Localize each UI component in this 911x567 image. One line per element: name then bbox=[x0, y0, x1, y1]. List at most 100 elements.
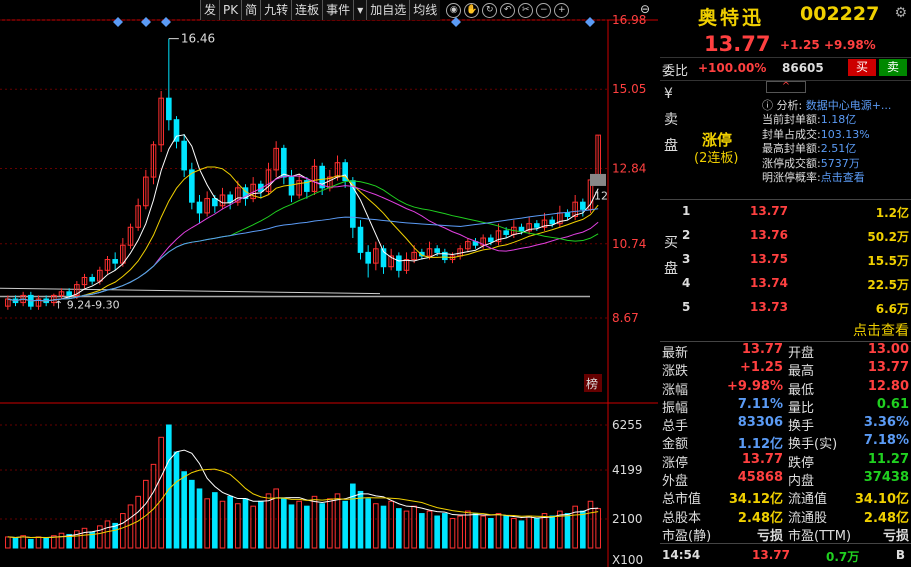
stat-key: 换手(实) bbox=[788, 437, 838, 453]
stat-value: +9.98% bbox=[727, 378, 783, 394]
volume-bar bbox=[28, 538, 34, 549]
stat-value: 亏损 bbox=[882, 528, 909, 544]
toolbar-item-pk[interactable]: PK bbox=[219, 0, 242, 20]
bid-row[interactable]: 4 13.74 22.5万 bbox=[660, 276, 911, 298]
volume-bar bbox=[526, 515, 532, 549]
candle-body bbox=[549, 219, 555, 225]
toolbar-item-lianban[interactable]: 连板 bbox=[291, 0, 323, 20]
candle-body bbox=[66, 291, 72, 296]
price-tick: 8.67 bbox=[612, 311, 639, 325]
volume-bar bbox=[112, 522, 118, 549]
volume-bar bbox=[488, 517, 494, 549]
stat-key: 跌停 bbox=[788, 455, 815, 471]
volume-bar bbox=[235, 503, 241, 549]
stat-value: 34.10亿 bbox=[854, 492, 909, 508]
volume-bar bbox=[472, 513, 479, 549]
event-marker bbox=[585, 17, 595, 27]
price-tick: 12.84 bbox=[612, 161, 646, 175]
bid-row[interactable]: 1 13.77 1.2亿 bbox=[660, 204, 911, 226]
volume-bar bbox=[365, 498, 371, 549]
volume-bar bbox=[74, 530, 80, 549]
volume-bar bbox=[81, 527, 88, 549]
tick-price: 13.77 bbox=[752, 548, 790, 562]
tick-direction: B bbox=[895, 548, 905, 562]
sell-button[interactable]: 卖 bbox=[879, 59, 907, 76]
stat-key: 开盘 bbox=[788, 346, 815, 361]
toolbar-ma-lines[interactable]: 均线 bbox=[409, 0, 441, 20]
analysis-label: 分析: bbox=[776, 99, 803, 112]
right-tag: 12 bbox=[594, 189, 608, 202]
stat-value: 13.77 bbox=[867, 360, 909, 376]
ma-line bbox=[7, 208, 599, 302]
zoom-out-icon[interactable]: − bbox=[536, 2, 552, 18]
candle-body bbox=[196, 201, 203, 214]
volume-bar bbox=[189, 479, 195, 549]
analysis-key: 明涨停概率: bbox=[762, 171, 821, 185]
toolbar-item-fa[interactable]: 发 bbox=[200, 0, 220, 20]
toolbar-item-events[interactable]: 事件 bbox=[322, 0, 354, 20]
event-marker bbox=[113, 17, 123, 27]
scissors-icon[interactable]: ✂ bbox=[518, 2, 534, 18]
eye-icon[interactable]: ◉ bbox=[446, 2, 462, 18]
zoom-in-icon[interactable]: + bbox=[554, 2, 570, 18]
kline-chart-panel[interactable]: 16.98 15.05 12.84 10.74 8.67 6255 4199 2100 X100… bbox=[0, 0, 658, 567]
ma-line bbox=[7, 175, 599, 302]
limit-up-streak: (2连板) bbox=[694, 151, 739, 166]
order-ratio-label: 委比 bbox=[662, 64, 689, 79]
bid-row[interactable]: 2 13.76 50.2万 bbox=[660, 228, 911, 250]
hand-icon[interactable]: ✋ bbox=[464, 2, 480, 18]
stat-value: 12.80 bbox=[867, 378, 909, 394]
stat-value: 83306 bbox=[737, 415, 783, 431]
stat-row: 总市值 34.12亿 流通值 34.10亿 bbox=[660, 488, 911, 508]
kline-chart[interactable]: 16.9815.0512.8410.748.67625541992100X100… bbox=[0, 0, 658, 567]
volume-bar bbox=[457, 515, 463, 549]
bid-volume: 50.2万 bbox=[867, 230, 909, 244]
analysis-key: 最高封单额: bbox=[762, 142, 821, 156]
volume-bar bbox=[43, 537, 49, 549]
quote-stats: 最新 13.77 开盘 13.00 涨跌 +1.25 最高 13.77 涨幅 +9.98% 最低 12… bbox=[660, 341, 911, 544]
stat-value: 2.48亿 bbox=[863, 510, 909, 526]
bid-volume: 15.5万 bbox=[867, 254, 909, 268]
undo-icon[interactable]: ↶ bbox=[500, 2, 516, 18]
toolbar-add-watchlist[interactable]: 加自选 bbox=[366, 0, 410, 20]
sell-panel: ¥ 卖 盘 涨停 (2连板) ⓘ 分析: 数据中心电源+... 当前封单额:1.… bbox=[660, 80, 911, 198]
analysis-link-prob[interactable]: 点击查看 bbox=[821, 171, 865, 184]
close-icon[interactable]: ⊖ bbox=[640, 2, 650, 16]
stat-key: 金额 bbox=[662, 437, 689, 453]
refresh-icon[interactable]: ↻ bbox=[482, 2, 498, 18]
candle-body bbox=[534, 223, 540, 228]
click-view-link[interactable]: 点击查看 bbox=[853, 320, 909, 340]
volume-bar bbox=[419, 513, 425, 549]
analysis-value: 5737万 bbox=[820, 156, 860, 170]
bid-row[interactable]: 5 13.73 6.6万 bbox=[660, 300, 911, 322]
volume-bar bbox=[97, 525, 103, 549]
volume-bar bbox=[281, 498, 287, 549]
volume-bar bbox=[426, 510, 433, 549]
stat-value: 37438 bbox=[863, 470, 909, 486]
toolbar-item-jiuzhuan[interactable]: 九转 bbox=[260, 0, 292, 20]
analysis-row: 当前封单额:1.18亿 bbox=[762, 113, 911, 127]
volume-bar bbox=[204, 498, 210, 549]
price-row: 13.77 +1.25 +9.98% bbox=[660, 30, 911, 56]
stat-value: 亏损 bbox=[756, 528, 783, 544]
volume-bar bbox=[403, 510, 410, 549]
analysis-value: 1.18亿 bbox=[820, 113, 857, 127]
analysis-key: 当前封单额: bbox=[762, 113, 821, 127]
candle-body bbox=[212, 198, 218, 207]
gear-icon[interactable]: ⚙ bbox=[894, 5, 907, 21]
stat-key: 总手 bbox=[662, 419, 689, 435]
toolbar-dropdown[interactable]: ▾ bbox=[353, 0, 367, 20]
candle-body bbox=[580, 201, 586, 210]
buy-button[interactable]: 买 bbox=[848, 59, 876, 76]
candle-body bbox=[288, 176, 295, 196]
volume-bar bbox=[411, 505, 417, 549]
volume-tick: X100 bbox=[612, 553, 643, 567]
bid-row[interactable]: 3 13.75 15.5万 bbox=[660, 252, 911, 274]
tick-volume: 0.7万 bbox=[826, 550, 860, 564]
toolbar-item-simple[interactable]: 简 bbox=[241, 0, 261, 20]
volume-bar bbox=[373, 503, 379, 549]
bid-price: 13.73 bbox=[750, 300, 788, 314]
analysis-link[interactable]: 数据中心电源+... bbox=[806, 99, 892, 112]
price-tick: 10.74 bbox=[612, 237, 646, 251]
stat-key: 市盈(静) bbox=[662, 528, 712, 544]
